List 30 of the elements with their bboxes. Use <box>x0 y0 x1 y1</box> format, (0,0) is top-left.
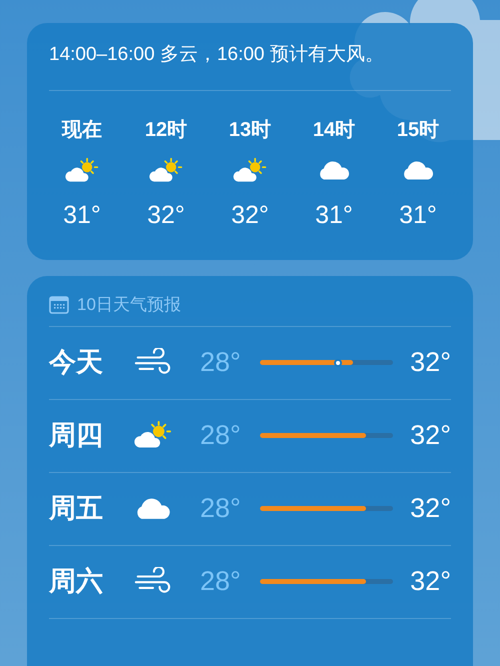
cloud-sun-icon <box>233 156 267 184</box>
forecast-title: 10日天气预报 <box>77 294 181 316</box>
hour-temp: 31° <box>315 200 353 230</box>
day-label: 周六 <box>49 565 104 598</box>
hour-temp: 31° <box>63 200 101 230</box>
hour-label: 12时 <box>144 118 188 142</box>
hour-label: 13时 <box>228 118 272 142</box>
hour-label: 14时 <box>312 118 356 142</box>
high-temp: 32° <box>410 419 451 452</box>
day-label: 周五 <box>49 492 104 526</box>
day-label: 今天 <box>49 346 104 380</box>
cloud-sun-icon <box>65 156 99 184</box>
low-temp: 28° <box>200 492 242 526</box>
high-temp: 32° <box>410 565 451 598</box>
low-temp: 28° <box>200 419 242 452</box>
cloud-icon <box>317 160 351 181</box>
day-label: 周四 <box>49 419 104 452</box>
calendar-icon <box>49 296 69 314</box>
high-temp: 32° <box>410 492 451 526</box>
cloud-sun-icon <box>149 156 183 184</box>
high-temp: 32° <box>410 346 451 380</box>
hour-temp: 31° <box>399 200 437 230</box>
forecast-summary: 14:00–16:00 多云，16:00 预计有大风。 <box>49 23 451 90</box>
low-temp: 28° <box>200 565 242 598</box>
low-temp: 28° <box>200 346 242 380</box>
hour-temp: 32° <box>147 200 185 230</box>
cloud-icon <box>401 160 435 181</box>
hour-label: 现在 <box>62 118 102 142</box>
hour-temp: 32° <box>231 200 269 230</box>
hour-label: 15时 <box>396 118 440 142</box>
